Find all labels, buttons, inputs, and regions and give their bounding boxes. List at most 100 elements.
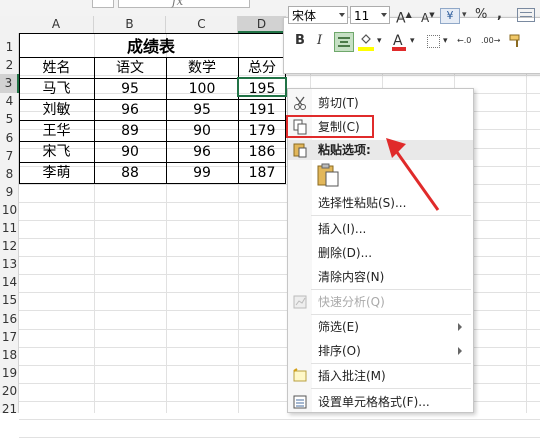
row-header-12[interactable]: 12 bbox=[0, 237, 19, 256]
menu-item-filter[interactable]: 筛选(E) bbox=[318, 317, 359, 337]
row-header-9[interactable]: 9 bbox=[0, 183, 19, 202]
row-header-1[interactable]: 1 bbox=[0, 38, 19, 57]
format-cells-icon bbox=[292, 394, 308, 410]
menu-item-delete[interactable]: 删除(D)... bbox=[318, 243, 372, 263]
table-header-cell[interactable]: 数学 bbox=[166, 59, 238, 77]
shrink-font-button[interactable]: A▼ bbox=[421, 6, 435, 25]
row-header-7[interactable]: 7 bbox=[0, 147, 19, 166]
column-header-a[interactable]: A bbox=[19, 16, 94, 33]
fill-color-swatch bbox=[358, 47, 374, 51]
row-header-14[interactable]: 14 bbox=[0, 273, 19, 292]
table-header-cell[interactable]: 语文 bbox=[94, 59, 166, 77]
format-icon[interactable] bbox=[517, 8, 535, 22]
row-header-15[interactable]: 15 bbox=[0, 291, 19, 310]
chevron-down-icon[interactable]: ▾ bbox=[377, 32, 382, 50]
row-header-2[interactable]: 2 bbox=[0, 56, 19, 75]
table-cell[interactable]: 李萌 bbox=[19, 164, 94, 182]
border-icon[interactable] bbox=[427, 35, 440, 48]
table-cell[interactable]: 88 bbox=[94, 164, 166, 182]
paste-icon bbox=[292, 142, 308, 158]
copy-highlight-box bbox=[286, 115, 374, 138]
menu-item-insert-comment[interactable]: 插入批注(M) bbox=[318, 366, 386, 386]
grid-line bbox=[526, 33, 527, 413]
increase-decimal-button[interactable]: ←.0 bbox=[457, 32, 471, 50]
align-center-icon bbox=[338, 37, 350, 39]
menu-item-cut[interactable]: 剪切(T) bbox=[318, 93, 359, 113]
table-cell[interactable]: 100 bbox=[166, 80, 238, 98]
menu-item-paste-options: 粘贴选项: bbox=[318, 143, 371, 157]
table-cell[interactable]: 96 bbox=[166, 143, 238, 161]
table-title[interactable]: 成绩表 bbox=[20, 36, 282, 58]
font-size-value: 11 bbox=[354, 9, 370, 23]
table-header-cell[interactable]: 姓名 bbox=[19, 59, 94, 77]
row-header-20[interactable]: 20 bbox=[0, 382, 19, 401]
menu-item-quick-analysis: 快速分析(Q) bbox=[318, 295, 385, 309]
table-cell[interactable]: 宋飞 bbox=[19, 143, 94, 161]
font-name-select[interactable]: 宋体 bbox=[288, 6, 348, 24]
row-header-4[interactable]: 4 bbox=[0, 92, 19, 111]
shrink-font-icon: A bbox=[421, 11, 430, 25]
row-header-8[interactable]: 8 bbox=[0, 165, 19, 184]
font-name-value: 宋体 bbox=[292, 9, 317, 23]
table-cell[interactable]: 95 bbox=[94, 80, 166, 98]
table-header-cell[interactable]: 总分 bbox=[238, 59, 286, 77]
table-cell[interactable]: 89 bbox=[94, 122, 166, 140]
table-cell[interactable]: 90 bbox=[94, 143, 166, 161]
title-underline bbox=[19, 57, 286, 58]
quick-analysis-icon bbox=[292, 294, 308, 310]
column-header-c[interactable]: C bbox=[166, 16, 238, 33]
format-painter-icon[interactable] bbox=[508, 33, 524, 49]
paste-clipboard-icon[interactable] bbox=[317, 163, 339, 187]
comma-button[interactable]: , bbox=[497, 6, 502, 24]
font-size-select[interactable]: 11 bbox=[350, 6, 390, 24]
bold-button[interactable]: B bbox=[295, 32, 305, 50]
row-header-21[interactable]: 21 bbox=[0, 400, 19, 419]
table-cell[interactable]: 王华 bbox=[19, 122, 94, 140]
table-cell[interactable]: 95 bbox=[166, 101, 238, 119]
chevron-down-icon bbox=[339, 13, 345, 17]
column-header-b[interactable]: B bbox=[94, 16, 166, 33]
menu-separator bbox=[311, 388, 471, 389]
chevron-down-icon[interactable]: ▾ bbox=[462, 6, 467, 24]
menu-item-sort[interactable]: 排序(O) bbox=[318, 341, 361, 361]
formula-input[interactable] bbox=[118, 0, 250, 8]
menu-item-clear-contents[interactable]: 清除内容(N) bbox=[318, 267, 384, 287]
row-header-10[interactable]: 10 bbox=[0, 201, 19, 220]
table-row-border bbox=[19, 99, 286, 100]
row-header-17[interactable]: 17 bbox=[0, 328, 19, 347]
row-header-6[interactable]: 6 bbox=[0, 129, 19, 148]
table-row-border bbox=[19, 183, 286, 184]
fill-color-icon[interactable] bbox=[359, 32, 373, 46]
align-center-button[interactable] bbox=[334, 32, 354, 52]
percent-button[interactable]: % bbox=[475, 6, 487, 24]
table-cell[interactable]: 刘敏 bbox=[19, 101, 94, 119]
chevron-down-icon[interactable]: ▾ bbox=[443, 32, 448, 50]
table-cell[interactable]: 99 bbox=[166, 164, 238, 182]
row-header-16[interactable]: 16 bbox=[0, 310, 19, 329]
row-header-3[interactable]: 3 bbox=[0, 74, 19, 94]
grow-font-button[interactable]: A▲ bbox=[396, 6, 412, 27]
decrease-decimal-button[interactable]: .00→ bbox=[481, 32, 500, 50]
table-cell[interactable]: 马飞 bbox=[19, 80, 94, 98]
table-cell[interactable]: 179 bbox=[238, 122, 286, 140]
table-cell[interactable]: 90 bbox=[166, 122, 238, 140]
fx-label[interactable]: fx bbox=[172, 0, 183, 8]
row-header-11[interactable]: 11 bbox=[0, 219, 19, 238]
menu-item-insert[interactable]: 插入(I)... bbox=[318, 219, 366, 239]
table-cell[interactable]: 187 bbox=[238, 164, 286, 182]
name-box-edge[interactable] bbox=[92, 0, 114, 8]
table-cell[interactable]: 191 bbox=[238, 101, 286, 119]
row-header-13[interactable]: 13 bbox=[0, 255, 19, 274]
row-header-18[interactable]: 18 bbox=[0, 346, 19, 365]
row-header-5[interactable]: 5 bbox=[0, 110, 19, 129]
currency-icon[interactable]: ¥ bbox=[440, 8, 460, 24]
table-cell[interactable]: 96 bbox=[94, 101, 166, 119]
menu-item-format-cells[interactable]: 设置单元格格式(F)... bbox=[318, 392, 430, 412]
italic-button[interactable]: I bbox=[317, 32, 322, 50]
scissors-icon bbox=[292, 95, 308, 111]
row-header-19[interactable]: 19 bbox=[0, 364, 19, 383]
selected-cell[interactable] bbox=[237, 77, 287, 97]
chevron-down-icon[interactable]: ▾ bbox=[410, 32, 415, 50]
table-cell[interactable]: 186 bbox=[238, 143, 286, 161]
column-header-d[interactable]: D bbox=[238, 16, 286, 33]
